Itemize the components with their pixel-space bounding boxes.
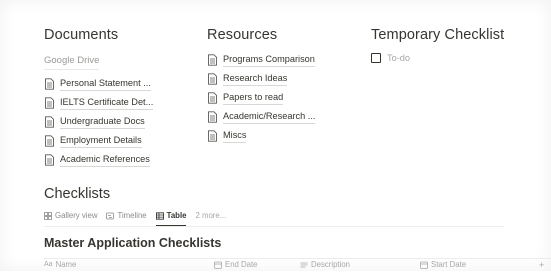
page-icon bbox=[45, 115, 54, 128]
tab-timeline[interactable]: Timeline bbox=[106, 211, 147, 220]
page-link-label: Academic/Research ... bbox=[223, 110, 316, 124]
column-label: Description bbox=[311, 260, 350, 269]
column-label: Name bbox=[55, 260, 77, 269]
page-icon bbox=[208, 110, 217, 123]
page-link-academic-references[interactable]: Academic References bbox=[44, 150, 153, 169]
page-link-label: Miscs bbox=[223, 129, 247, 143]
tab-table[interactable]: Table bbox=[155, 211, 187, 226]
text-property-icon: Aa bbox=[44, 261, 53, 268]
column-header-end-date[interactable]: End Date bbox=[214, 260, 258, 269]
checklists-heading: Checklists bbox=[44, 186, 111, 202]
page-icon bbox=[45, 96, 54, 109]
page-icon bbox=[208, 129, 217, 142]
column-header-start-date[interactable]: Start Date bbox=[420, 260, 466, 269]
tab-label: Timeline bbox=[117, 211, 147, 220]
tab-gallery-view[interactable]: Gallery view bbox=[44, 211, 97, 220]
divider bbox=[44, 258, 551, 259]
todo-item[interactable]: To-do bbox=[371, 50, 504, 66]
page-link-label: Personal Statement ... bbox=[60, 77, 151, 91]
lines-icon bbox=[300, 262, 308, 267]
table-icon bbox=[155, 211, 164, 220]
page-link-programs-comparison[interactable]: Programs Comparison bbox=[207, 50, 315, 69]
column-header-name[interactable]: Aa Name bbox=[44, 260, 76, 269]
column-header-description[interactable]: Description bbox=[300, 260, 350, 269]
tab-label: Table bbox=[166, 211, 187, 220]
page-link-ielts[interactable]: IELTS Certificate Det... bbox=[44, 93, 154, 112]
todo-placeholder[interactable]: To-do bbox=[387, 53, 410, 63]
checkbox[interactable] bbox=[371, 53, 381, 63]
page-link-papers-to-read[interactable]: Papers to read bbox=[207, 88, 315, 107]
database-title[interactable]: Master Application Checklists bbox=[44, 236, 221, 250]
page-link-label: Research Ideas bbox=[223, 72, 288, 86]
resources-column: Resources Programs Comparison Research I… bbox=[207, 26, 316, 145]
temporary-checklist-column: Temporary Checklist To-do bbox=[371, 26, 504, 66]
page-icon bbox=[45, 134, 54, 147]
column-label: Start Date bbox=[431, 260, 467, 269]
calendar-icon bbox=[214, 261, 222, 269]
page-link-label: Papers to read bbox=[223, 91, 284, 105]
more-views-button[interactable]: 2 more... bbox=[195, 211, 226, 220]
documents-heading: Documents bbox=[44, 27, 119, 43]
resources-heading: Resources bbox=[207, 27, 278, 43]
page-link-label: Undergraduate Docs bbox=[60, 115, 145, 129]
timeline-icon bbox=[106, 212, 115, 219]
view-tabs: Gallery view Timeline Table 2 more... bbox=[44, 211, 226, 226]
page-link-miscs[interactable]: Miscs bbox=[207, 126, 315, 145]
google-drive-link[interactable]: Google Drive bbox=[44, 54, 100, 70]
tab-label: Gallery view bbox=[55, 211, 98, 220]
page-link-personal-statement[interactable]: Personal Statement ... bbox=[44, 74, 153, 93]
page-link-employment[interactable]: Employment Details bbox=[44, 131, 153, 150]
page-icon bbox=[208, 72, 217, 85]
column-label: End Date bbox=[225, 260, 258, 269]
page-icon bbox=[208, 53, 217, 66]
page-link-label: Academic References bbox=[60, 153, 150, 167]
page-link-label: Employment Details bbox=[60, 134, 142, 148]
divider bbox=[44, 226, 504, 227]
add-column-button[interactable]: + bbox=[539, 260, 544, 270]
documents-column: Documents Google Drive Personal Statemen… bbox=[44, 26, 154, 169]
page-icon bbox=[45, 77, 54, 90]
page-link-label: IELTS Certificate Det... bbox=[60, 96, 154, 110]
temporary-checklist-heading: Temporary Checklist bbox=[371, 27, 505, 43]
page-icon bbox=[45, 153, 54, 166]
page-link-academic-research[interactable]: Academic/Research ... bbox=[207, 107, 316, 126]
calendar-icon bbox=[420, 261, 428, 269]
page-icon bbox=[208, 91, 217, 104]
page: Documents Google Drive Personal Statemen… bbox=[0, 0, 551, 271]
table-header: Aa Name End Date Description Start Date … bbox=[44, 258, 551, 272]
gallery-icon bbox=[44, 211, 52, 220]
page-link-undergraduate[interactable]: Undergraduate Docs bbox=[44, 112, 153, 131]
page-link-label: Programs Comparison bbox=[223, 53, 315, 67]
page-link-research-ideas[interactable]: Research Ideas bbox=[207, 69, 315, 88]
